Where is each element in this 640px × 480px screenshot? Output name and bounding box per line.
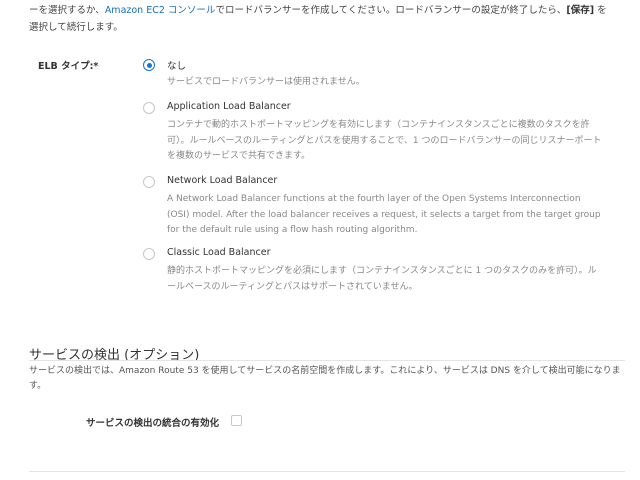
intro-text-middle: でロードバランサーを作成してください。ロードバランサーの設定が終了したら、 (215, 5, 567, 16)
option-description: A Network Load Balancer functions at the… (167, 194, 601, 235)
elb-type-label: ELB タイプ:* (38, 61, 99, 72)
section-divider (29, 360, 625, 361)
ec2-console-link[interactable]: Amazon EC2 コンソール (105, 5, 216, 16)
radio-classic[interactable] (143, 248, 155, 260)
option-description: コンテナで動的ホストポートマッピングを有効にします（コンテナインスタンスごとに複… (167, 120, 602, 161)
radio-application[interactable] (143, 102, 155, 114)
option-description: サービスでロードバランサーは使用されません。 (167, 77, 365, 87)
intro-text-end: を (594, 5, 607, 16)
option-title: Application Load Balancer (167, 101, 291, 112)
intro-text: ーを選択するか、Amazon EC2 コンソールでロードバランサーを作成してくだ… (29, 2, 625, 36)
bottom-divider (29, 471, 625, 472)
option-title: Network Load Balancer (167, 175, 278, 186)
service-discovery-enable-label: サービスの検出の統合の有効化 (86, 418, 220, 429)
service-discovery-description: サービスの検出では、Amazon Route 53 を使用してサービスの名前空間… (29, 366, 621, 391)
radio-none[interactable] (143, 59, 155, 71)
save-label: [保存] (566, 5, 595, 16)
service-discovery-enable-checkbox[interactable] (231, 415, 242, 426)
intro-text-start: ーを選択するか、 (29, 5, 105, 16)
intro-text-line2: 選択して続行します。 (29, 22, 123, 33)
option-title: なし (167, 61, 187, 72)
option-description: 静的ホストポートマッピングを必須にします（コンテナインスタンスごとに 1 つのタ… (167, 266, 597, 292)
option-title: Classic Load Balancer (167, 247, 271, 258)
radio-network[interactable] (143, 176, 155, 188)
